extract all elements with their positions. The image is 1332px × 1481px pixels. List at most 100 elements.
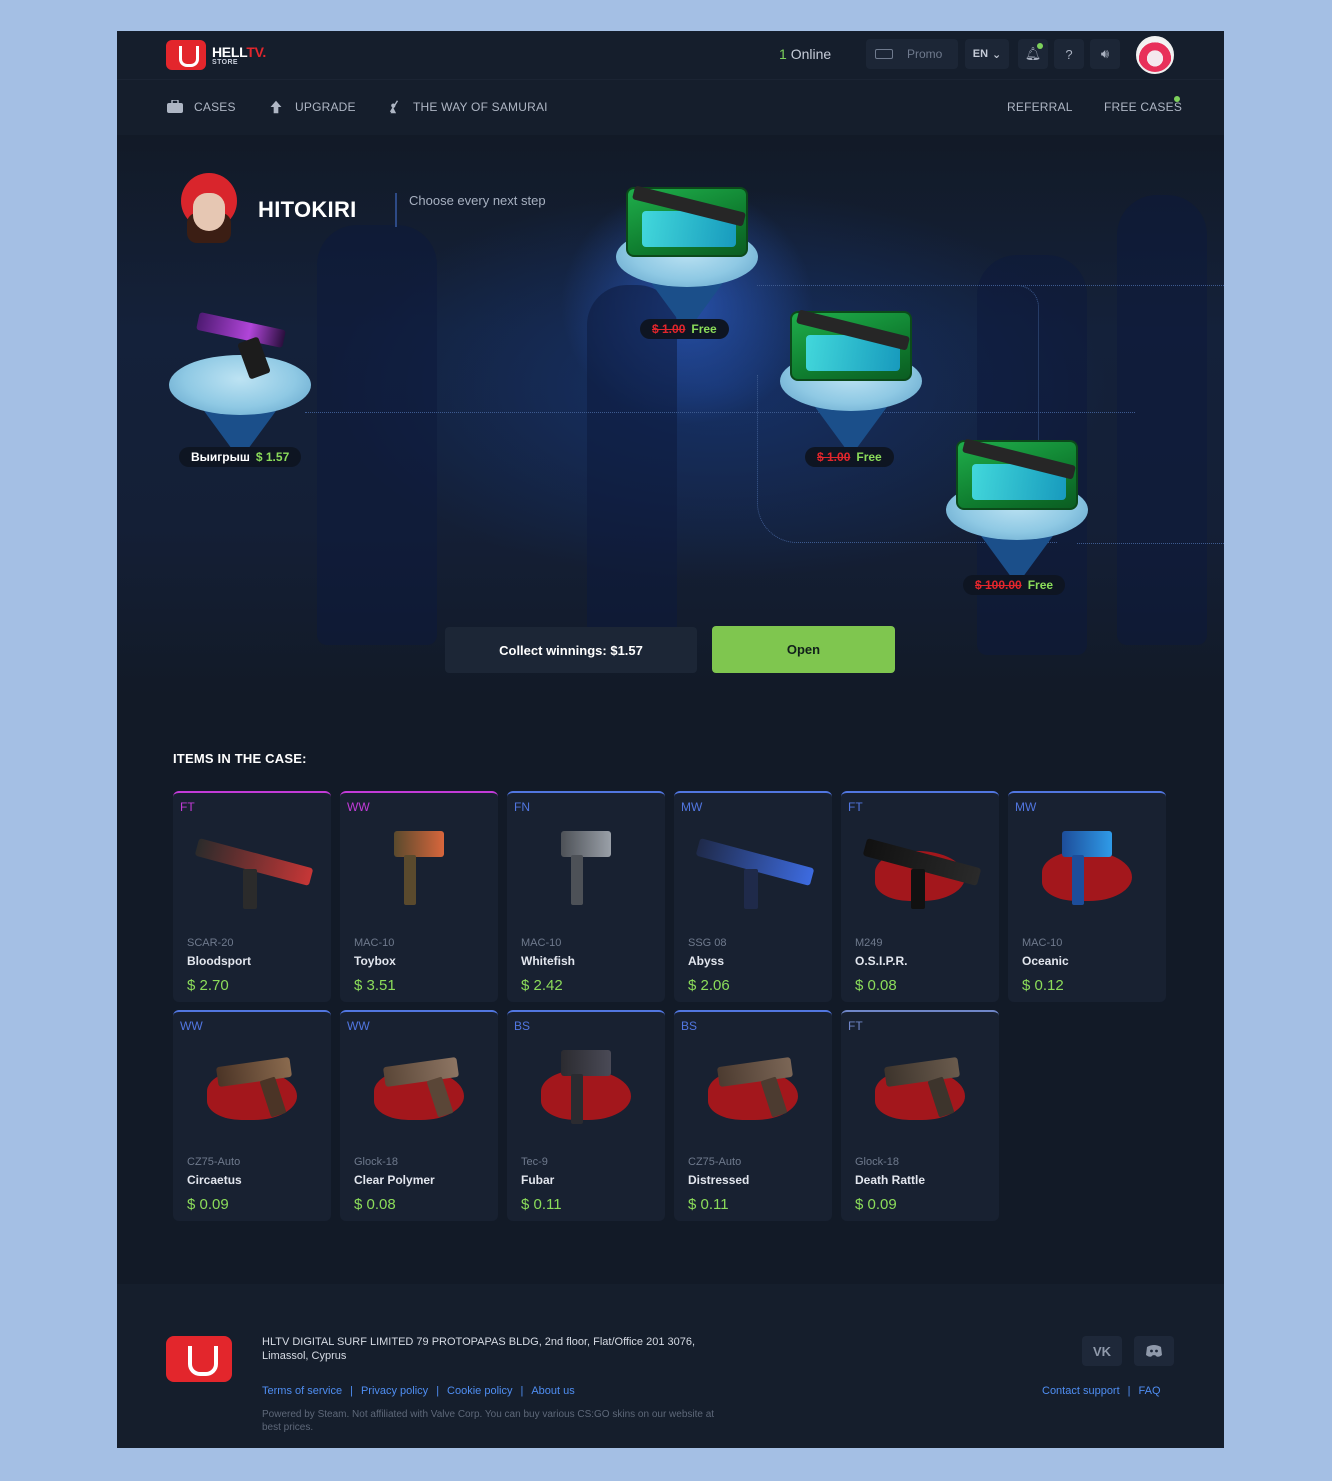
footer-disclaimer: Powered by Steam. Not affiliated with Va… <box>262 1409 715 1433</box>
item-card[interactable]: FN MAC-10 Whitefish $ 2.42 <box>507 791 665 1002</box>
item-price: $ 2.06 <box>688 977 730 994</box>
win-value: $ 1.57 <box>255 450 290 464</box>
item-card[interactable]: MW MAC-10 Oceanic $ 0.12 <box>1008 791 1166 1002</box>
item-card[interactable]: FT M249 O.S.I.P.R. $ 0.08 <box>841 791 999 1002</box>
item-weapon-type: Tec-9 <box>521 1156 548 1168</box>
items-heading: ITEMS IN THE CASE: <box>173 751 307 766</box>
discord-icon[interactable] <box>1134 1336 1174 1366</box>
item-card[interactable]: MW SSG 08 Abyss $ 2.06 <box>674 791 832 1002</box>
chevron-down-icon: ⌄ <box>992 48 1002 61</box>
hero-subtitle: Choose every next step <box>409 193 546 208</box>
speaker-icon: 🔊︎ <box>1100 46 1110 61</box>
item-card[interactable]: WW CZ75-Auto Circaetus $ 0.09 <box>173 1010 331 1221</box>
item-skin-name: Clear Polymer <box>354 1173 435 1187</box>
hero-divider <box>395 193 397 227</box>
notifications-button[interactable]: 🔔︎ <box>1018 39 1048 69</box>
link-separator: | <box>350 1385 353 1397</box>
item-wear: WW <box>347 800 370 814</box>
samurai-avatar <box>179 173 239 245</box>
promo-button[interactable]: Promo <box>866 39 958 69</box>
notification-dot <box>1037 43 1043 49</box>
item-weapon-type: M249 <box>855 937 883 949</box>
weapon-icon <box>187 821 317 917</box>
item-skin-name: Toybox <box>354 954 396 968</box>
step-3-price: $ 100.00 Free <box>963 575 1066 595</box>
link-separator: | <box>436 1385 440 1397</box>
nav-free-cases-label: FREE CASES <box>1104 100 1183 114</box>
item-price: $ 0.12 <box>1022 977 1064 994</box>
vk-icon[interactable]: VK <box>1082 1336 1122 1366</box>
nav-upgrade[interactable]: UPGRADE <box>267 100 356 114</box>
cave-rock <box>1117 195 1207 645</box>
case-icon <box>956 438 1078 510</box>
item-card[interactable]: BS Tec-9 Fubar $ 0.11 <box>507 1010 665 1221</box>
item-weapon-type: Glock-18 <box>855 1156 900 1168</box>
item-price: $ 0.11 <box>521 1196 562 1213</box>
item-price: $ 0.09 <box>187 1196 229 1213</box>
step-1-free: Free <box>691 322 717 336</box>
win-label: Выигрыш <box>191 450 250 464</box>
item-weapon-type: MAC-10 <box>1022 937 1063 949</box>
step-2-price: $ 1.00 Free <box>805 447 894 467</box>
nav-referral[interactable]: REFERRAL <box>1007 100 1073 114</box>
collect-winnings-button[interactable]: Collect winnings: $1.57 <box>445 627 697 673</box>
online-count: 1 <box>779 46 787 62</box>
hero-title: HITOKIRI <box>258 197 357 222</box>
item-skin-name: Oceanic <box>1022 954 1069 968</box>
cookie-link[interactable]: Cookie policy <box>447 1385 512 1397</box>
items-grid: FT SCAR-20 Bloodsport $ 2.70 WW MAC-10 Toybox $… <box>173 791 1167 1221</box>
item-card[interactable]: FT Glock-18 Death Rattle $ 0.09 <box>841 1010 999 1221</box>
item-card[interactable]: WW Glock-18 Clear Polymer $ 0.08 <box>340 1010 498 1221</box>
item-wear: MW <box>681 800 703 814</box>
nav-way-of-samurai[interactable]: THE WAY OF SAMURAI <box>385 100 548 114</box>
item-wear: WW <box>347 1019 370 1033</box>
item-weapon-type: SCAR-20 <box>187 937 234 949</box>
weapon-icon <box>855 821 985 917</box>
promo-label: Promo <box>907 47 943 61</box>
about-link[interactable]: About us <box>531 1385 574 1397</box>
weapon-icon <box>1022 821 1152 917</box>
item-card[interactable]: FT SCAR-20 Bloodsport $ 2.70 <box>173 791 331 1002</box>
item-card[interactable]: WW MAC-10 Toybox $ 3.51 <box>340 791 498 1002</box>
case-icon <box>626 185 748 257</box>
site-logo[interactable]: HELLTV. STORE <box>166 40 266 70</box>
item-wear: MW <box>1015 800 1037 814</box>
item-wear: FN <box>514 800 530 814</box>
cave-rock <box>587 285 677 645</box>
user-avatar[interactable] <box>1136 36 1174 74</box>
case-icon <box>167 100 183 113</box>
sound-button[interactable]: 🔊︎ <box>1090 39 1120 69</box>
pistol-icon <box>196 312 286 380</box>
nav-referral-label: REFERRAL <box>1007 100 1073 114</box>
privacy-link[interactable]: Privacy policy <box>361 1385 428 1397</box>
case-icon <box>790 309 912 381</box>
online-counter: 1 Online <box>779 46 831 62</box>
footer-logo-icon[interactable] <box>166 1336 232 1382</box>
terms-link[interactable]: Terms of service <box>262 1385 342 1397</box>
item-card[interactable]: BS CZ75-Auto Distressed $ 0.11 <box>674 1010 832 1221</box>
item-weapon-type: CZ75-Auto <box>187 1156 241 1168</box>
brand-name: HELL <box>212 43 247 60</box>
hero-section: HITOKIRI Choose every next step Выигрыш … <box>117 135 1224 695</box>
help-icon: ? <box>1065 46 1073 62</box>
item-wear: FT <box>848 1019 863 1033</box>
weapon-icon <box>688 1040 818 1136</box>
item-price: $ 0.08 <box>354 1196 396 1213</box>
faq-link[interactable]: FAQ <box>1139 1385 1161 1397</box>
online-label: Online <box>790 46 832 62</box>
item-skin-name: Distressed <box>688 1173 750 1187</box>
step-2-old-price: $ 1.00 <box>817 450 851 464</box>
top-bar: HELLTV. STORE 1 Online Promo EN ⌄ 🔔︎ ? 🔊… <box>117 31 1224 79</box>
item-skin-name: Circaetus <box>187 1173 242 1187</box>
brand-sub: STORE <box>212 58 238 66</box>
item-price: $ 0.09 <box>855 1196 897 1213</box>
contact-support-link[interactable]: Contact support <box>1042 1385 1120 1397</box>
weapon-icon <box>521 1040 651 1136</box>
help-button[interactable]: ? <box>1054 39 1084 69</box>
language-select[interactable]: EN ⌄ <box>965 39 1009 69</box>
open-button[interactable]: Open <box>712 626 895 673</box>
nav-cases-label: CASES <box>194 100 236 114</box>
nav-cases[interactable]: CASES <box>166 100 236 114</box>
path-line <box>1077 543 1224 544</box>
nav-free-cases[interactable]: FREE CASES <box>1104 100 1182 114</box>
